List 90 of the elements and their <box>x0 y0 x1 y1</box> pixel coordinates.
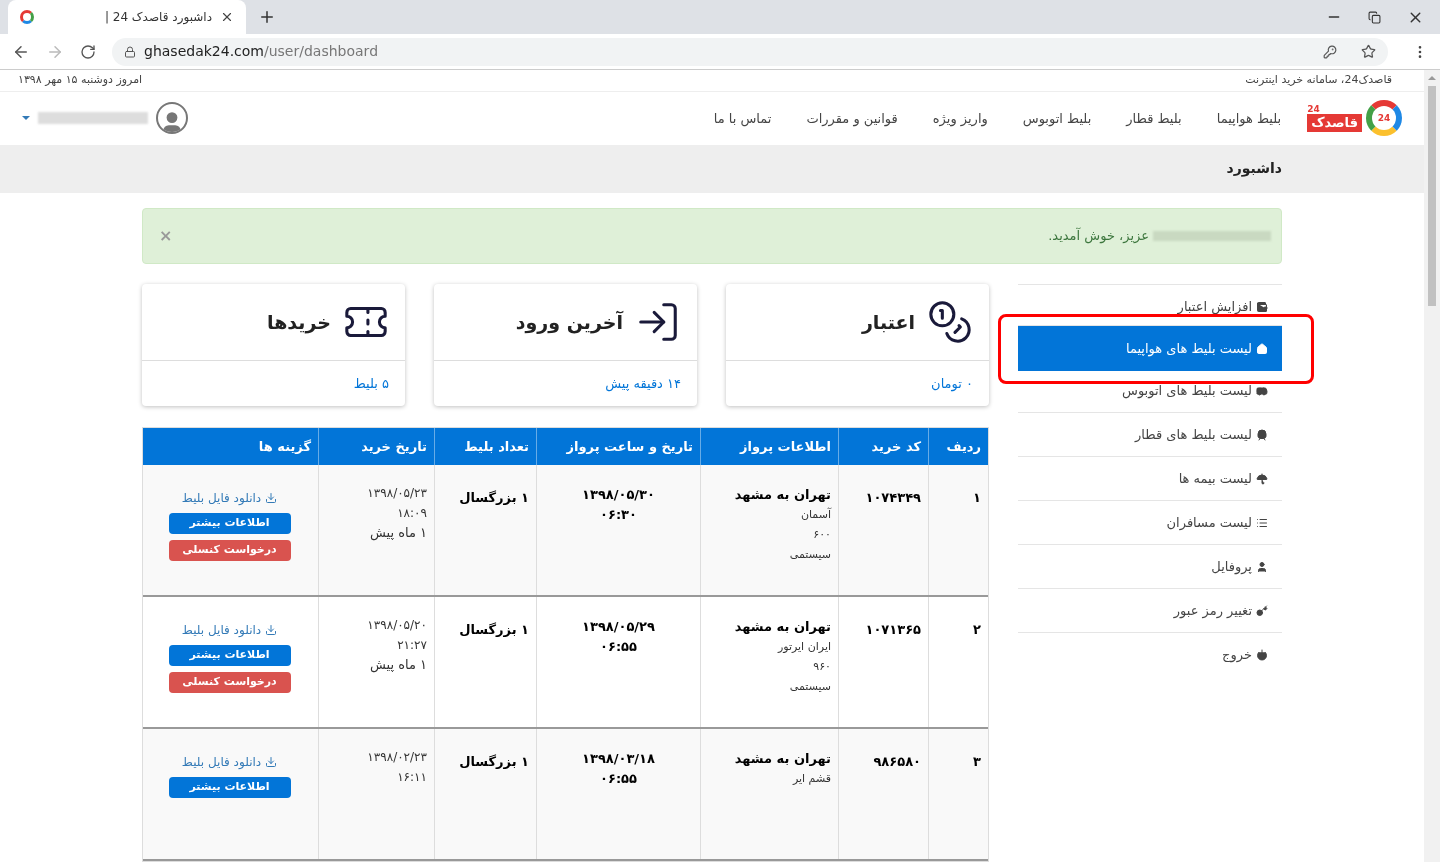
table-cell: ۱ بزرگسال <box>459 622 529 637</box>
nav-link[interactable]: بلیط هواپیما <box>1216 108 1282 128</box>
page-title: داشبورد <box>1226 159 1282 179</box>
more-info-button[interactable]: اطلاعات بیشتر <box>168 513 291 534</box>
user-menu[interactable] <box>22 102 188 135</box>
scrollbar[interactable] <box>1424 70 1440 862</box>
site-favicon <box>20 10 34 24</box>
download-icon <box>265 624 278 636</box>
welcome-message: عزیز، خوش آمدید. <box>1048 226 1149 246</box>
address-bar[interactable]: ghasedak24.com/user/dashboard <box>112 37 1388 66</box>
bookmark-star-icon[interactable] <box>1361 44 1376 59</box>
table-cell-text: ۰۶:۵۵ <box>600 770 637 788</box>
key-icon[interactable] <box>1323 44 1337 59</box>
dropdown-caret-icon <box>22 116 30 121</box>
table-cell-text: ایران ایرتور <box>777 639 831 655</box>
coins-icon <box>927 299 973 345</box>
table-cell-text: تهران به مشهد <box>734 750 831 768</box>
table-cell-text: ۱۳۹۸/۰۵/۲۹ <box>582 618 655 636</box>
stat-title: آخرین ورود <box>515 309 623 336</box>
table-cell: ۱۰۷۱۳۶۵ <box>865 622 921 637</box>
stat-value: ۰ تومان <box>930 375 974 394</box>
home-icon <box>1256 342 1268 355</box>
table-cell: ۱ بزرگسال <box>459 490 529 505</box>
key-icon <box>1256 604 1268 617</box>
today-date: امروز دوشنبه ۱۵ مهر ۱۳۹۸ <box>18 72 143 89</box>
download-link[interactable]: دانلود فایل بلیط <box>181 489 278 507</box>
avatar-icon <box>156 102 188 135</box>
nav-link[interactable]: تماس با ما <box>713 108 772 128</box>
table-cell: ۱ <box>973 490 981 505</box>
close-tab-icon[interactable] <box>220 10 234 24</box>
nav-link[interactable]: قوانین و مقررات <box>806 108 898 128</box>
table-cell-text: ۰۶:۳۰ <box>600 506 637 524</box>
sidebar-item[interactable]: لیست بلیط های هواپیما <box>1018 325 1282 371</box>
table-cell-text: ۱۶:۱۱ <box>397 769 427 786</box>
site-tagline: قاصدک24، سامانه خرید اینترنت <box>1245 72 1392 89</box>
table-cell-text: ۰۶:۵۵ <box>600 638 637 656</box>
table-cell-text: ۱۳۹۸/۰۵/۳۰ <box>582 486 655 504</box>
download-icon <box>265 492 278 504</box>
table-cell-text: ۹۶۰ <box>813 659 831 675</box>
cancel-request-button[interactable]: درخواست کنسلی <box>168 540 291 561</box>
lock-icon <box>124 45 136 58</box>
table-cell: ۲ <box>973 622 981 637</box>
table-cell-text: ۱ ماه پیش <box>369 524 427 543</box>
nav-link[interactable]: بلیط اتوبوس <box>1022 108 1092 128</box>
bus-icon <box>1256 384 1268 397</box>
list-icon <box>1256 516 1268 529</box>
more-info-button[interactable]: اطلاعات بیشتر <box>168 777 291 798</box>
table-cell-text: ۱۳۹۸/۰۵/۲۰ <box>367 617 427 634</box>
restore-icon[interactable] <box>1368 10 1381 24</box>
table-cell-text: ۱۳۹۸/۰۵/۲۳ <box>367 485 427 502</box>
table-cell-text: ۱۸:۰۹ <box>397 505 427 522</box>
url-text: ghasedak24.com/user/dashboard <box>144 42 378 61</box>
download-icon <box>265 756 278 768</box>
nav-link[interactable]: واریز ویژه <box>932 108 988 128</box>
table-cell: ۱۰۷۴۳۴۹ <box>865 490 921 505</box>
stat-title: اعتبار <box>861 309 915 336</box>
tab-title: داشبورد قاصدک 24 | <box>103 9 212 26</box>
table-cell-text: تهران به مشهد <box>734 618 831 636</box>
table-cell-text: آسمان <box>800 506 831 523</box>
more-info-button[interactable]: اطلاعات بیشتر <box>168 645 291 666</box>
table-cell-text: ۶۰۰ <box>813 527 831 543</box>
table-cell-text: ۱۳۹۸/۰۲/۲۳ <box>367 749 427 766</box>
umbrella-icon <box>1256 472 1268 485</box>
cancel-request-button[interactable]: درخواست کنسلی <box>168 672 291 693</box>
stat-value: ۵ بلیط <box>352 375 390 393</box>
table-cell-text: سیستمی <box>789 679 831 695</box>
user-icon <box>1256 560 1268 573</box>
train-icon <box>1256 428 1268 441</box>
browser-tab[interactable]: داشبورد قاصدک 24 | <box>8 0 246 34</box>
new-tab-icon[interactable] <box>258 8 276 26</box>
download-link[interactable]: دانلود فایل بلیط <box>181 753 278 771</box>
table-cell-text: سیستمی <box>789 547 831 563</box>
stat-value: ۱۴ دقیقه پیش <box>604 375 682 394</box>
table-cell: ۱ بزرگسال <box>459 754 529 769</box>
nav-link[interactable]: بلیط قطار <box>1126 108 1182 128</box>
power-icon <box>1256 648 1268 661</box>
download-link[interactable]: دانلود فایل بلیط <box>181 621 278 639</box>
stat-title: خریدها <box>267 309 331 336</box>
logo-mark-icon: 24 <box>1366 100 1402 137</box>
table-cell-text: قشم ایر <box>792 771 831 787</box>
table-cell: ۳ <box>973 754 981 769</box>
logo-number-text: 24 <box>1307 104 1320 115</box>
table-cell-text: ۲۱:۲۷ <box>397 637 427 654</box>
reload-icon[interactable] <box>80 43 96 60</box>
table-cell-text: ۱ ماه پیش <box>369 656 427 675</box>
logo-wordmark: قاصدک <box>1307 114 1362 133</box>
table-cell-text: تهران به مشهد <box>734 486 831 504</box>
wallet-icon <box>1256 300 1268 313</box>
table-cell-text: ۱۳۹۸/۰۳/۱۸ <box>582 750 655 768</box>
table-cell: ۹۸۶۵۸۰ <box>873 754 921 769</box>
